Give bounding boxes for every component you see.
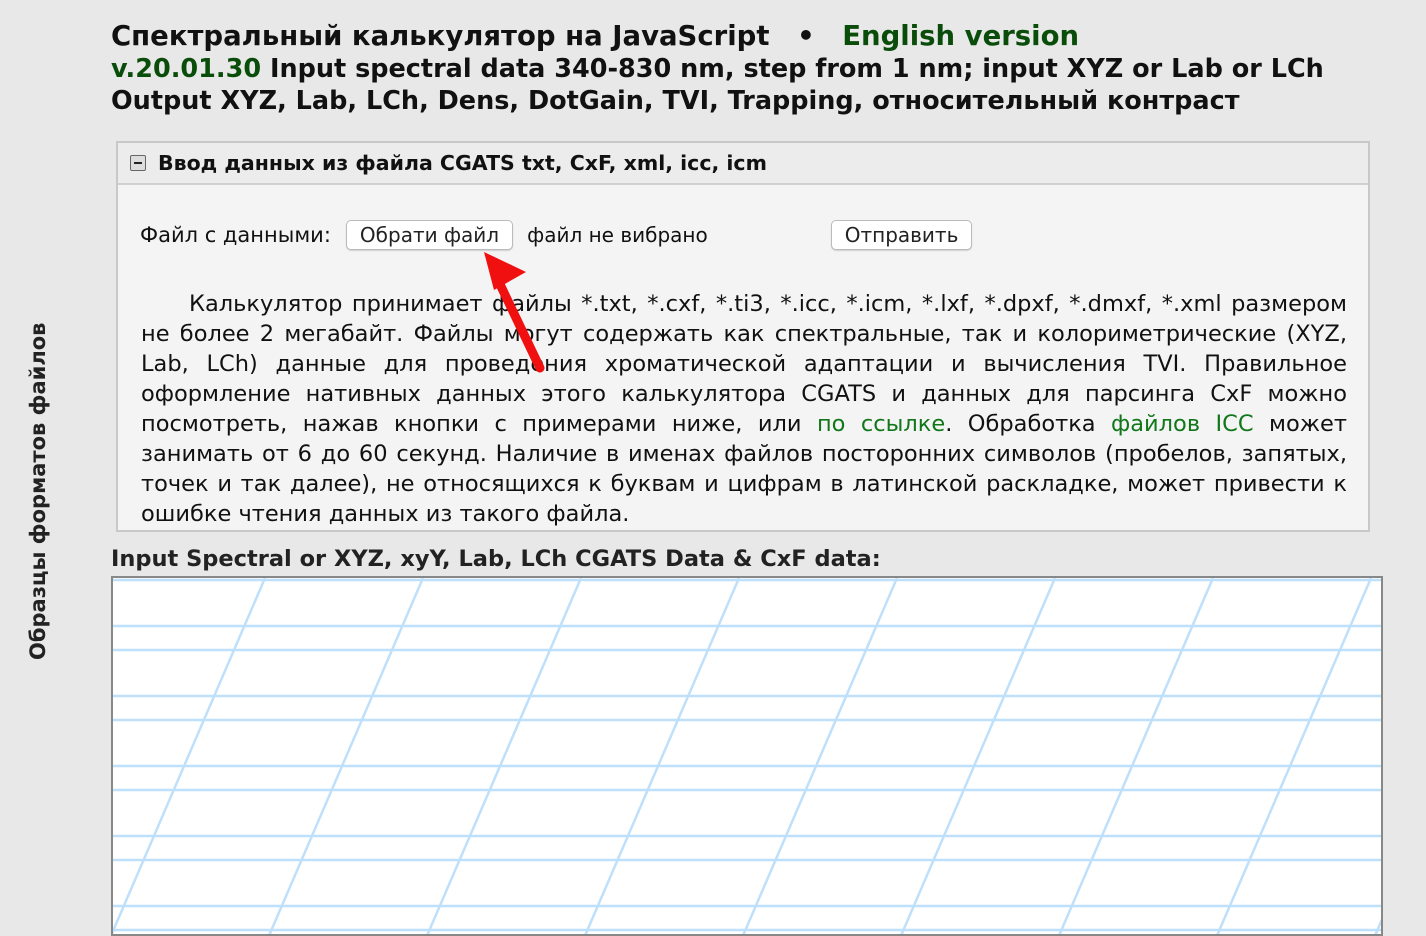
red-arrow-annotation	[484, 252, 545, 373]
